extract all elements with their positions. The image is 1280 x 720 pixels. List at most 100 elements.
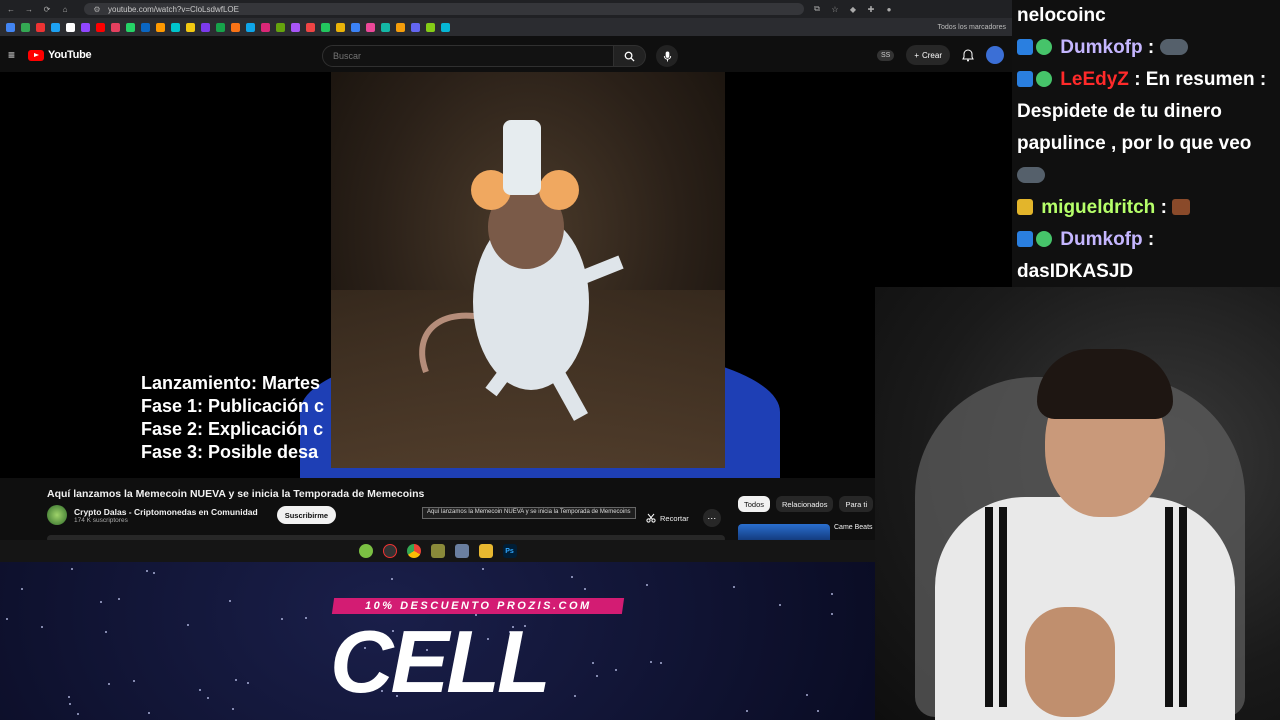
voice-search-button[interactable] xyxy=(656,45,678,67)
forward-icon[interactable]: → xyxy=(24,4,34,14)
steam-icon[interactable] xyxy=(454,544,469,558)
photoshop-icon[interactable]: Ps xyxy=(502,544,517,558)
channel-avatar[interactable] xyxy=(47,505,67,525)
bookmark-favicon-icon[interactable] xyxy=(246,22,255,32)
recommendation-chips: Todos Relacionados Para ti xyxy=(738,496,874,512)
bookmark-favicon-icon[interactable] xyxy=(21,22,30,32)
menu-icon[interactable]: ≡ xyxy=(8,48,20,62)
bookmark-favicon-icon[interactable] xyxy=(96,22,105,32)
recommended-video-title[interactable]: Came Beats Prettyurl 0 xyxy=(834,524,878,531)
star xyxy=(153,572,155,574)
star xyxy=(733,586,735,588)
bookmark-favicon-icon[interactable] xyxy=(111,22,120,32)
chat-username: nelocoinc xyxy=(1017,5,1106,26)
bookmark-favicon-icon[interactable] xyxy=(171,22,180,32)
bookmark-favicon-icon[interactable] xyxy=(81,22,90,32)
bookmark-favicon-icon[interactable] xyxy=(261,22,270,32)
youtube-logo[interactable]: YouTube xyxy=(28,49,92,61)
bookmark-favicon-icon[interactable] xyxy=(231,22,240,32)
chip-related[interactable]: Relacionados xyxy=(776,496,834,512)
chat-message: nelocoinc xyxy=(1017,0,1275,32)
bookmark-favicon-icon[interactable] xyxy=(306,22,315,32)
chip-for-you[interactable]: Para ti xyxy=(839,496,874,512)
star xyxy=(831,593,833,595)
chat-message: LeEdyZ : En resumen : Despidete de tu di… xyxy=(1017,64,1275,192)
bookmark-favicon-icon[interactable] xyxy=(216,22,225,32)
star xyxy=(482,568,484,570)
all-bookmarks-label[interactable]: Todos los marcadores xyxy=(938,24,1006,31)
home-icon[interactable]: ⌂ xyxy=(60,4,70,14)
profile-icon[interactable]: ● xyxy=(884,4,894,14)
bookmark-favicon-icon[interactable] xyxy=(441,22,450,32)
search-input[interactable] xyxy=(322,45,614,67)
chip-all[interactable]: Todos xyxy=(738,496,771,512)
star xyxy=(281,618,283,620)
crown-badge-icon xyxy=(1017,199,1033,215)
header-actions: SS + Crear xyxy=(876,45,1004,65)
star xyxy=(21,588,23,590)
dancing-mouse-overlay xyxy=(331,72,725,468)
star xyxy=(779,604,781,606)
search-button[interactable] xyxy=(614,45,646,67)
video-subtitle-text: Lanzamiento: Martes Fase 1: Publicación … xyxy=(141,372,324,464)
bookmark-star-icon[interactable]: ☆ xyxy=(830,4,840,14)
plus-icon: + xyxy=(914,50,919,60)
video-title-tooltip: Aquí lanzamos la Memecoin NUEVA y se ini… xyxy=(422,507,636,519)
bookmark-favicon-icon[interactable] xyxy=(276,22,285,32)
game-app-icon[interactable] xyxy=(430,544,445,558)
subscribe-button[interactable]: Suscribirme xyxy=(276,506,337,524)
video-player[interactable]: Lanzamiento: Martes Fase 1: Publicación … xyxy=(0,72,1012,478)
search-bar xyxy=(322,45,678,67)
bookmark-favicon-icon[interactable] xyxy=(36,22,45,32)
star xyxy=(650,661,652,663)
streamer-hand xyxy=(1025,607,1115,717)
jersey-stripe xyxy=(985,507,993,707)
bookmark-favicon-icon[interactable] xyxy=(126,22,135,32)
bookmark-favicon-icon[interactable] xyxy=(381,22,390,32)
bookmark-favicon-icon[interactable] xyxy=(66,22,75,32)
android-app-icon[interactable] xyxy=(358,544,373,558)
extensions-puzzle-icon[interactable]: ✚ xyxy=(866,4,876,14)
emote-icon xyxy=(1017,167,1045,183)
chat-text: : xyxy=(1147,37,1155,58)
create-button[interactable]: + Crear xyxy=(906,45,950,65)
install-icon[interactable]: ⧉ xyxy=(812,4,822,14)
bookmark-favicon-icon[interactable] xyxy=(366,22,375,32)
more-actions-button[interactable]: ⋯ xyxy=(702,509,721,527)
star xyxy=(133,680,135,682)
bookmark-favicon-icon[interactable] xyxy=(336,22,345,32)
streamer-hair xyxy=(1037,349,1173,419)
recording-app-icon[interactable] xyxy=(382,544,397,558)
scissors-icon xyxy=(646,513,656,523)
bookmark-favicon-icon[interactable] xyxy=(156,22,165,32)
clip-label: Recortar xyxy=(660,513,689,523)
discount-text: 10% DESCUENTO PROZIS.COM xyxy=(364,600,592,612)
bookmark-favicon-icon[interactable] xyxy=(426,22,435,32)
bookmark-favicon-icon[interactable] xyxy=(186,22,195,32)
extension-icon[interactable]: ◆ xyxy=(848,4,858,14)
bookmark-favicon-icon[interactable] xyxy=(6,22,15,32)
channel-name[interactable]: Crypto Dalas - Criptomonedas en Comunida… xyxy=(74,507,258,517)
reload-icon[interactable]: ⟳ xyxy=(42,4,52,14)
back-icon[interactable]: ← xyxy=(6,4,16,14)
ss-badge[interactable]: SS xyxy=(876,49,895,61)
bookmark-favicon-icon[interactable] xyxy=(141,22,150,32)
file-explorer-icon[interactable] xyxy=(478,544,493,558)
chat-username: Dumkofp xyxy=(1060,37,1143,58)
address-bar[interactable]: ⚙ youtube.com/watch?v=CloLsdwfLOE xyxy=(84,3,804,15)
bookmark-favicon-icon[interactable] xyxy=(411,22,420,32)
bookmark-favicon-icon[interactable] xyxy=(201,22,210,32)
search-icon xyxy=(624,51,635,62)
site-info-icon[interactable]: ⚙ xyxy=(92,4,102,14)
bookmark-favicon-icon[interactable] xyxy=(396,22,405,32)
video-title: Aquí lanzamos la Memecoin NUEVA y se ini… xyxy=(47,488,425,500)
bookmark-favicon-icon[interactable] xyxy=(351,22,360,32)
clip-button[interactable]: Recortar xyxy=(646,513,689,523)
bookmark-favicon-icon[interactable] xyxy=(321,22,330,32)
account-avatar[interactable] xyxy=(986,46,1004,64)
browser-toolbar: ← → ⟳ ⌂ ⚙ youtube.com/watch?v=CloLsdwfLO… xyxy=(0,0,1012,18)
notifications-bell-icon[interactable] xyxy=(962,48,974,62)
bookmark-favicon-icon[interactable] xyxy=(51,22,60,32)
chrome-icon[interactable] xyxy=(406,544,421,558)
bookmark-favicon-icon[interactable] xyxy=(291,22,300,32)
